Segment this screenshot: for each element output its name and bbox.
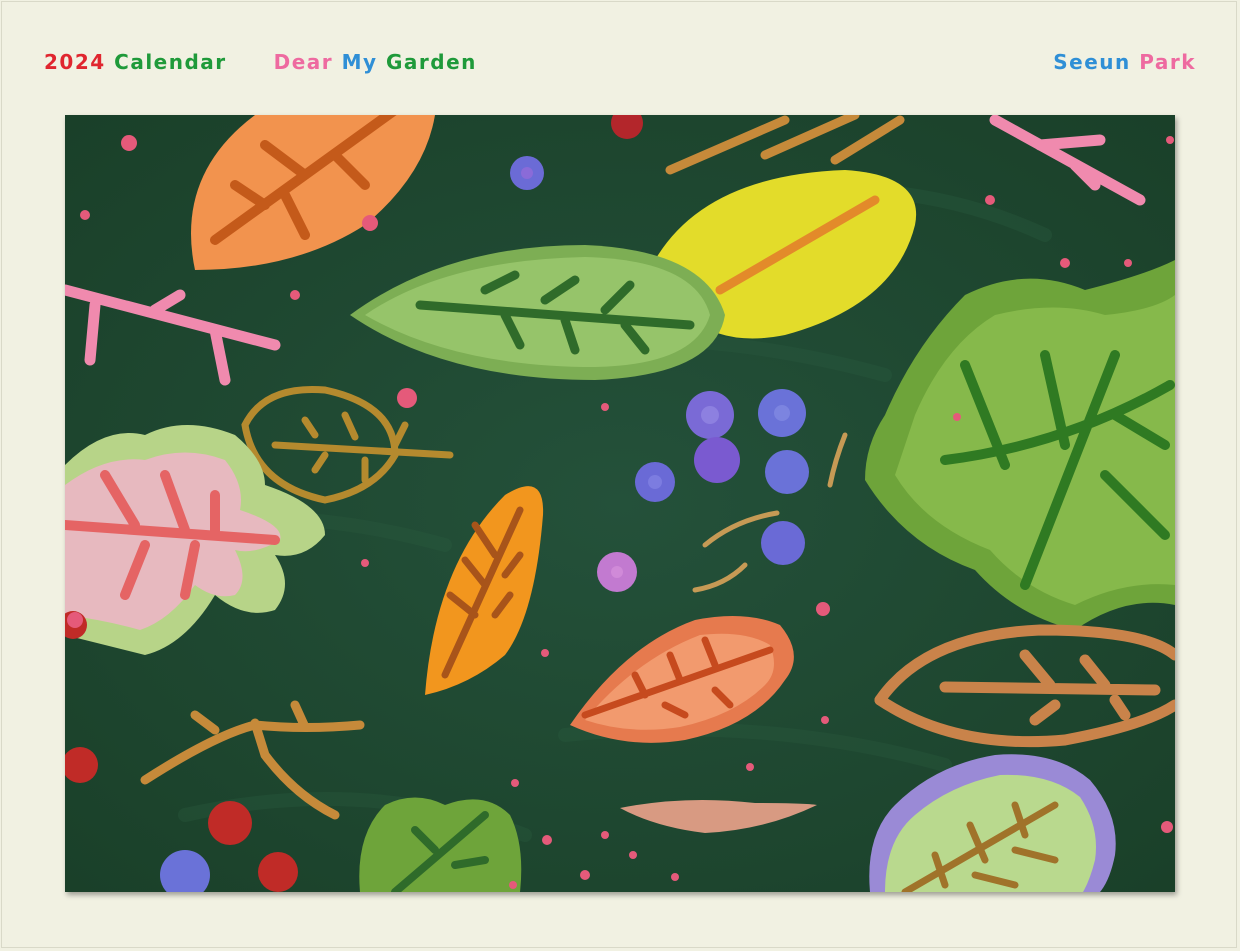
series-dear: Dear [273,50,334,74]
author-name: Seeun Park [1053,50,1196,74]
calendar-word: Calendar [114,50,227,74]
year-label: 2024 [44,50,106,74]
calendar-header: 2024 Calendar Dear My Garden Seeun Park [44,50,1196,80]
author-last: Park [1139,50,1196,74]
series-garden: Garden [386,50,477,74]
green-leaf-bottom [359,797,522,892]
leaf-painting [65,115,1175,892]
calendar-title: 2024 Calendar Dear My Garden [44,50,477,74]
series-my: My [341,50,378,74]
author-first: Seeun [1053,50,1131,74]
